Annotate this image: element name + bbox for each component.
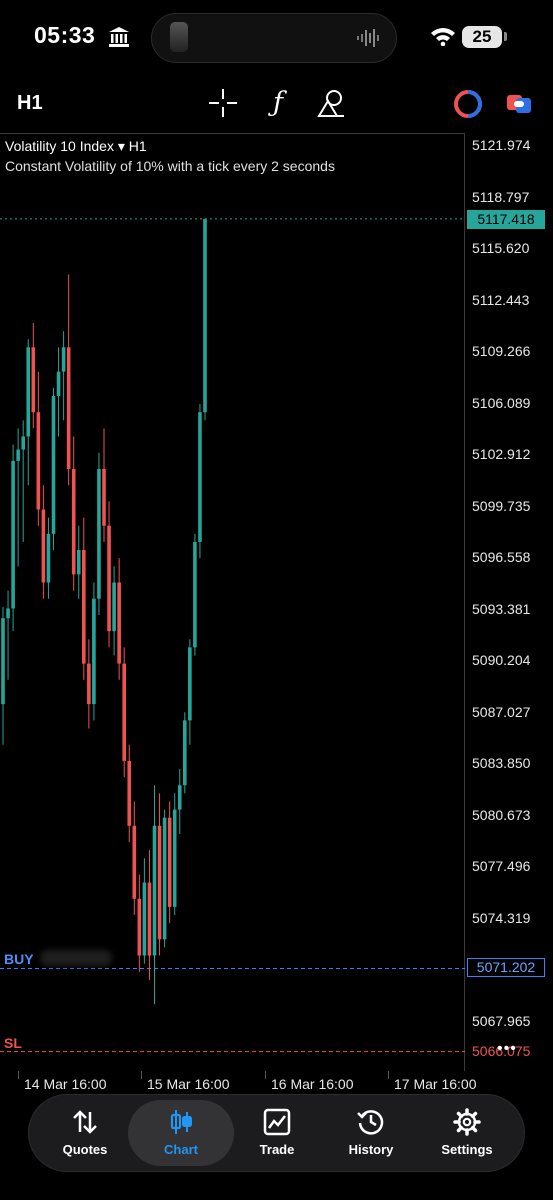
nav-label-history: History	[348, 1142, 394, 1157]
time-tick	[388, 1071, 389, 1079]
nav-label-trade: Trade	[259, 1142, 295, 1157]
nav-label-chart: Chart	[164, 1142, 198, 1157]
candlestick-chart[interactable]	[0, 0, 553, 1200]
candle-body	[198, 412, 202, 542]
candle-body	[21, 436, 25, 450]
candle-body	[203, 218, 207, 413]
candle-body	[26, 347, 31, 437]
candle-body	[16, 449, 20, 461]
time-tick-label: 16 Mar 16:00	[271, 1076, 354, 1092]
candle-body	[51, 395, 56, 534]
candle-body	[157, 825, 162, 940]
candle-body	[167, 817, 172, 907]
price-tick-label: 5077.496	[472, 858, 531, 875]
history-icon	[357, 1110, 384, 1135]
price-tick-label: 5083.850	[472, 755, 531, 772]
buy-price-label: 5071.202	[467, 958, 545, 977]
price-tick-label: 5121.974	[472, 137, 531, 153]
nav-settings[interactable]: Settings	[420, 1104, 514, 1164]
more-dots-icon[interactable]: •••	[497, 1040, 517, 1058]
candle-body	[87, 663, 91, 705]
nav-label-quotes: Quotes	[62, 1142, 108, 1157]
candle-body	[147, 882, 152, 956]
nav-label-settings: Settings	[441, 1142, 493, 1157]
candle-body	[61, 347, 66, 372]
nav-quotes[interactable]: Quotes	[38, 1104, 132, 1164]
time-tick	[265, 1071, 266, 1079]
candles-icon	[170, 1110, 192, 1134]
candle-body	[142, 882, 147, 956]
gear-icon	[453, 1108, 481, 1136]
time-tick	[18, 1071, 19, 1079]
redacted-volume	[40, 950, 112, 966]
candle-body	[137, 898, 142, 956]
candle-body	[122, 663, 126, 761]
price-tick-label: 5099.735	[472, 497, 531, 514]
candle-body	[152, 825, 157, 956]
time-tick-label: 17 Mar 16:00	[394, 1076, 477, 1092]
candle-body	[92, 598, 96, 705]
price-tick-label: 5074.319	[472, 909, 531, 926]
price-tick-label: 5118.797	[472, 188, 530, 205]
candle-body	[112, 582, 116, 632]
candle-body	[1, 618, 5, 705]
price-tick-label: 5090.204	[472, 652, 531, 669]
symbol-name: Volatility 10 Index	[5, 138, 114, 154]
symbol-title[interactable]: Volatility 10 Index ▾ H1	[5, 138, 147, 155]
nav-history[interactable]: History	[324, 1104, 418, 1164]
candle-body	[82, 550, 86, 664]
symbol-description: Constant Volatility of 10% with a tick e…	[5, 158, 335, 174]
candle-body	[36, 412, 41, 510]
nav-chart[interactable]: Chart	[134, 1104, 228, 1164]
candle-body	[66, 347, 71, 469]
time-tick-label: 14 Mar 16:00	[24, 1076, 107, 1092]
candle-body	[132, 825, 137, 899]
price-tick-label: 5080.673	[472, 806, 531, 823]
current-price-label: 5117.418	[467, 210, 545, 229]
candle-body	[11, 460, 15, 609]
candle-body	[46, 533, 51, 583]
candle-body	[107, 525, 111, 632]
buy-line-label[interactable]: BUY	[4, 951, 34, 967]
candle-body	[102, 468, 106, 526]
trade-icon	[263, 1108, 291, 1136]
candle-body	[183, 720, 187, 786]
candle-body	[97, 468, 101, 599]
candle-body	[162, 817, 167, 940]
price-tick-label: 5109.266	[472, 343, 531, 360]
candle-body	[41, 509, 46, 583]
price-tick-label: 5093.381	[472, 600, 531, 617]
candle-body	[172, 809, 177, 907]
candle-body	[193, 541, 197, 648]
time-tick-label: 15 Mar 16:00	[147, 1076, 230, 1092]
candle-body	[71, 468, 76, 575]
price-tick-label: 5087.027	[472, 703, 531, 720]
quotes-icon	[73, 1110, 97, 1134]
candle-body	[31, 347, 36, 413]
candle-body	[56, 371, 61, 396]
candle-body	[76, 550, 81, 575]
candle-body	[188, 647, 192, 721]
nav-trade[interactable]: Trade	[230, 1104, 324, 1164]
symbol-timeframe: ▾ H1	[117, 138, 147, 154]
price-tick-label: 5102.912	[472, 446, 531, 463]
sl-line-label[interactable]: SL	[4, 1035, 22, 1051]
candle-body	[6, 608, 10, 619]
price-tick-label: 5115.620	[472, 240, 530, 257]
price-tick-label: 5106.089	[472, 394, 531, 411]
time-tick	[141, 1071, 142, 1079]
price-tick-label: 5112.443	[472, 291, 530, 308]
price-tick-label: 5096.558	[472, 549, 531, 566]
candle-body	[177, 785, 182, 810]
candle-body	[127, 760, 132, 826]
candle-body	[117, 582, 121, 664]
price-tick-label: 5067.965	[472, 1013, 531, 1029]
